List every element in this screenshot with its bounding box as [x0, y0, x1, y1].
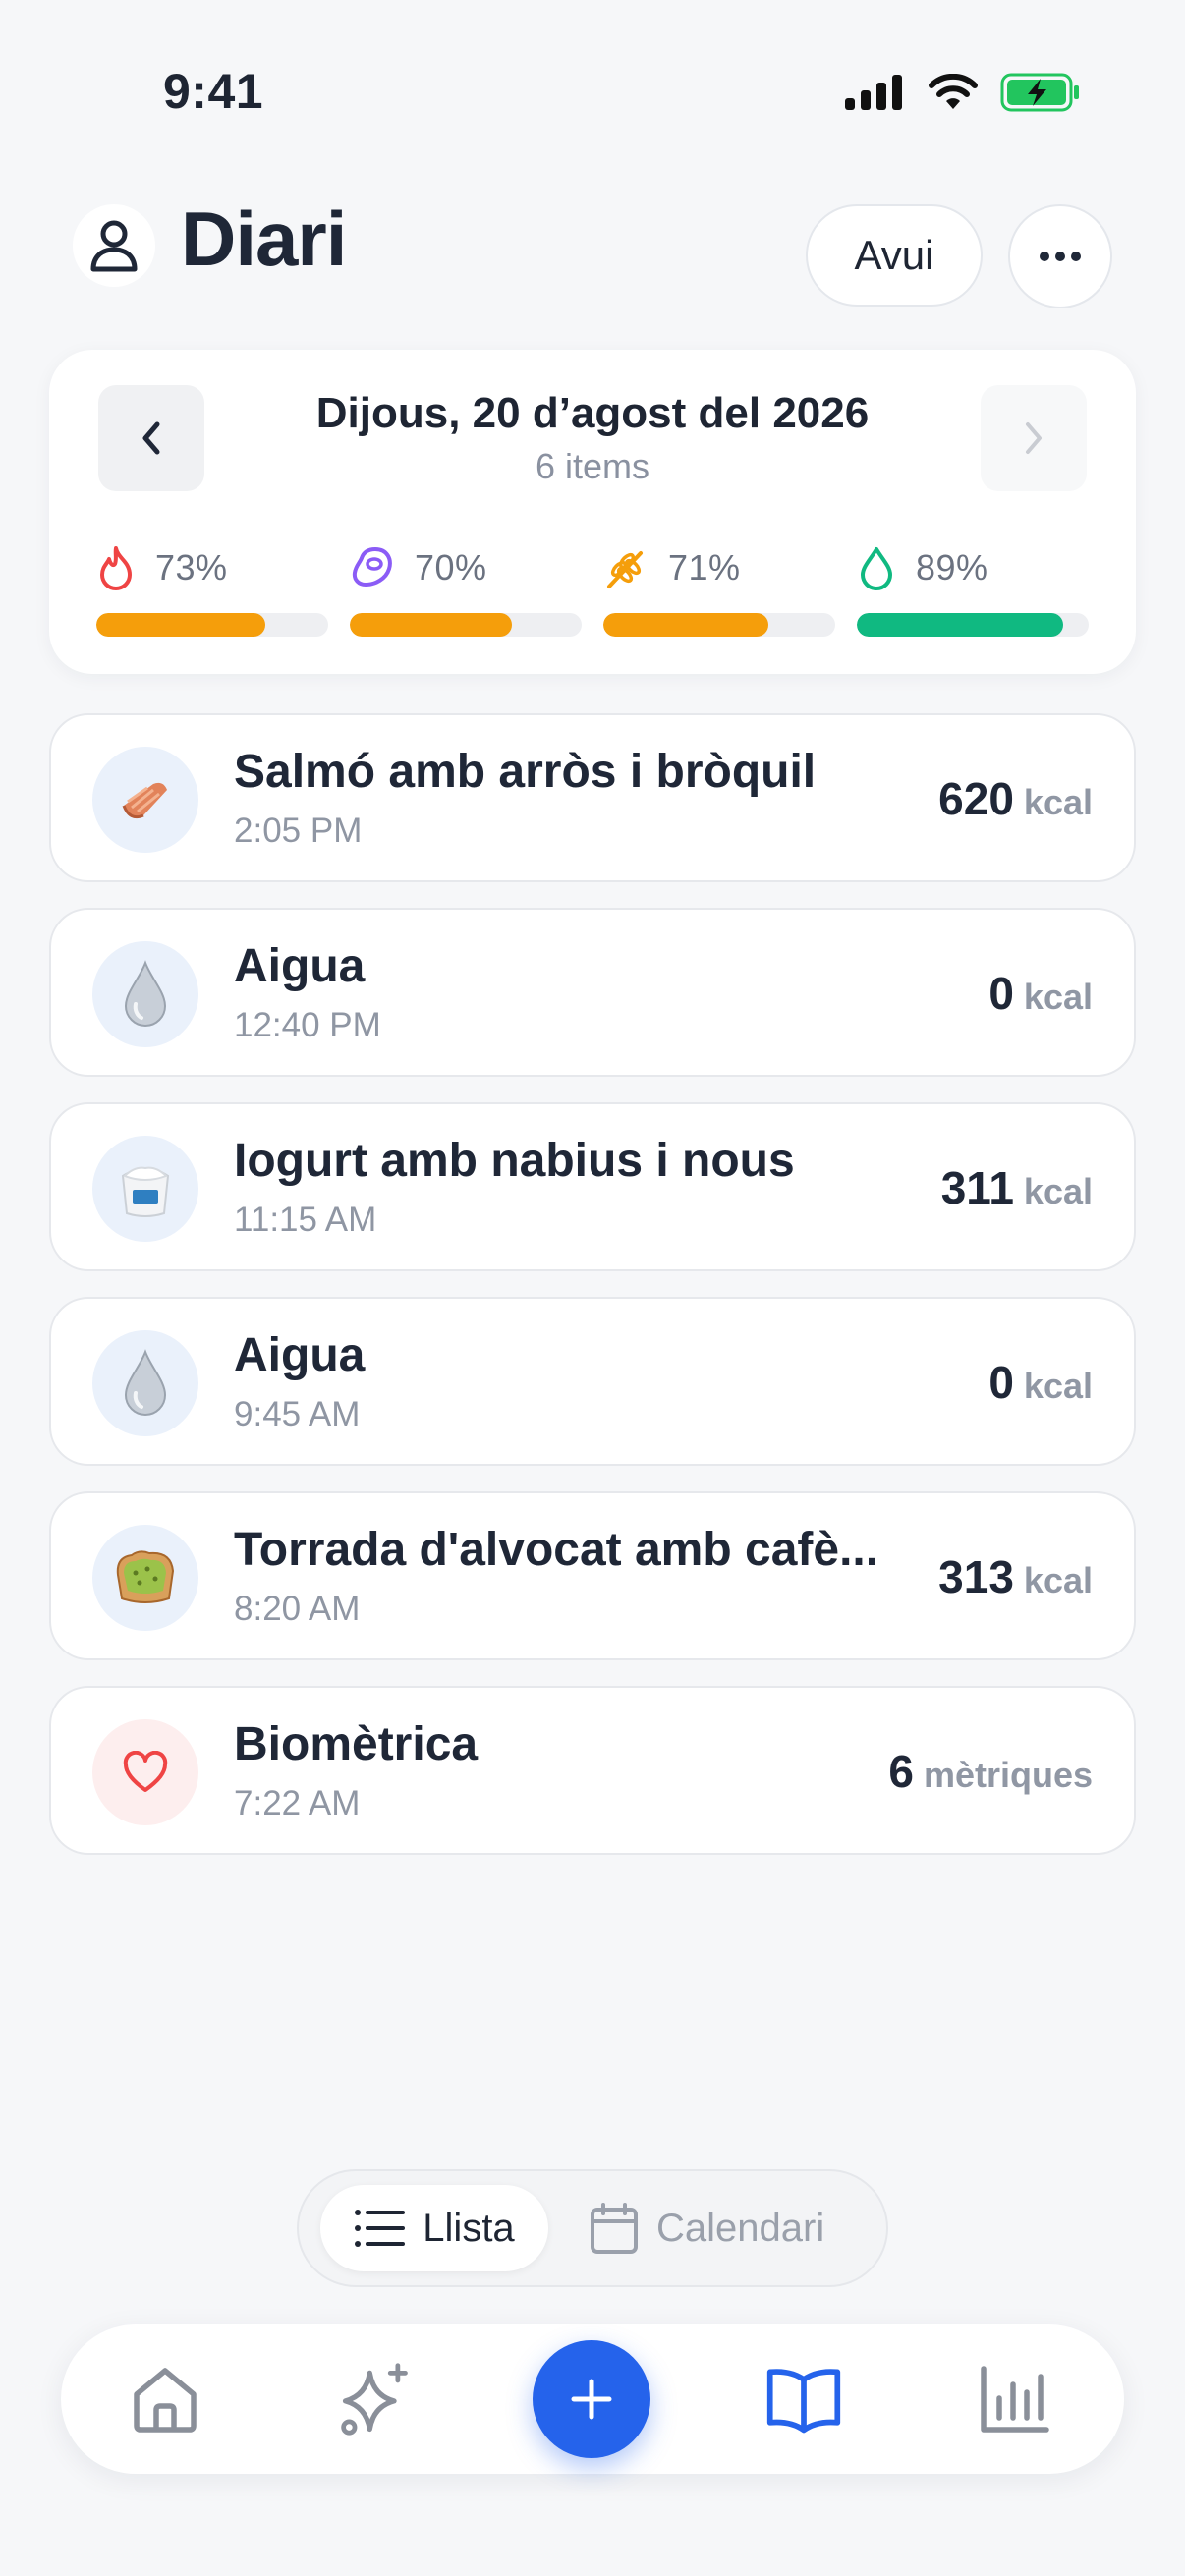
calories-bar-fill — [96, 613, 266, 637]
entry-amount: 311 — [940, 1162, 1014, 1213]
sparkles-icon — [341, 2363, 408, 2436]
protein-percent: 70% — [415, 547, 487, 588]
wheat-icon — [607, 551, 643, 588]
entry-value: 0 kcal — [988, 967, 1093, 1020]
drop-icon — [861, 547, 892, 590]
yogurt-icon — [92, 1136, 198, 1242]
journal-entry[interactable]: Salmó amb arròs i bròquil 2:05 PM 620 kc… — [49, 713, 1136, 882]
entry-time: 2:05 PM — [234, 812, 363, 850]
flame-icon — [100, 546, 132, 590]
next-day-button[interactable] — [981, 385, 1087, 491]
water-drop-icon — [92, 941, 198, 1047]
journal-entry[interactable]: Biomètrica 7:22 AM 6 mètriques — [49, 1686, 1136, 1855]
entry-unit: kcal — [1023, 1560, 1093, 1600]
journal-entry[interactable]: Torrada d'alvocat amb cafè... 8:20 AM 31… — [49, 1491, 1136, 1660]
entry-amount: 0 — [988, 968, 1014, 1019]
journal-entry[interactable]: Iogurt amb nabius i nous 11:15 AM 311 kc… — [49, 1102, 1136, 1271]
entry-value: 620 kcal — [938, 772, 1093, 825]
add-entry-button[interactable] — [533, 2340, 650, 2458]
entry-unit: kcal — [1023, 1171, 1093, 1211]
entry-name: Iogurt amb nabius i nous — [234, 1135, 795, 1187]
calendar-view-label: Calendari — [656, 2206, 825, 2250]
list-icon — [355, 2210, 406, 2247]
entry-name: Aigua — [234, 1329, 366, 1381]
home-icon — [134, 2368, 197, 2433]
user-icon — [90, 220, 138, 272]
carbs-percent: 71% — [668, 547, 741, 588]
journal-entry[interactable]: Aigua 9:45 AM 0 kcal — [49, 1297, 1136, 1466]
entry-name: Aigua — [234, 940, 366, 992]
entry-time: 9:45 AM — [234, 1395, 361, 1433]
more-options-button[interactable] — [1008, 204, 1112, 308]
plus-icon — [571, 2379, 612, 2420]
calories-percent: 73% — [155, 547, 228, 588]
water-drop-icon — [92, 1330, 198, 1436]
list-view-label: Llista — [423, 2206, 515, 2250]
entry-name: Torrada d'alvocat amb cafè... — [234, 1524, 879, 1576]
entry-time: 7:22 AM — [234, 1784, 361, 1822]
protein-bar-fill — [350, 613, 513, 637]
list-view-button[interactable]: Llista — [320, 2185, 548, 2271]
journal-entry[interactable]: Aigua 12:40 PM 0 kcal — [49, 908, 1136, 1077]
status-time: 9:41 — [163, 64, 264, 119]
items-count: 6 items — [535, 446, 650, 486]
chevron-right-icon — [1026, 422, 1042, 454]
tab-bar — [61, 2324, 1124, 2474]
entry-value: 6 mètriques — [888, 1745, 1093, 1798]
entry-unit: kcal — [1023, 977, 1093, 1017]
heart-icon — [92, 1719, 198, 1825]
water-progress: 89% — [857, 540, 1089, 637]
meat-icon — [352, 546, 392, 588]
ellipsis-icon — [1040, 252, 1081, 261]
tab-ai[interactable] — [336, 2360, 415, 2438]
water-percent: 89% — [916, 547, 988, 588]
entry-unit: kcal — [1023, 1366, 1093, 1406]
entry-time: 11:15 AM — [234, 1201, 377, 1239]
entry-value: 0 kcal — [988, 1356, 1093, 1409]
tab-home[interactable] — [126, 2360, 204, 2438]
protein-progress: 70% — [350, 540, 582, 637]
stats-chart-icon — [981, 2366, 1049, 2433]
view-toggle: Llista Calendari — [297, 2169, 888, 2287]
calendar-view-button[interactable]: Calendari — [590, 2185, 824, 2271]
page-title: Diari — [181, 196, 347, 282]
entry-name: Salmó amb arròs i bròquil — [234, 746, 817, 798]
tab-stats[interactable] — [975, 2360, 1053, 2438]
entry-value: 311 kcal — [941, 1161, 1093, 1214]
entry-name: Biomètrica — [234, 1718, 479, 1770]
entry-time: 8:20 AM — [234, 1590, 361, 1628]
battery-charging-icon — [1000, 73, 1079, 112]
entry-value: 313 kcal — [938, 1550, 1093, 1603]
signal-icon — [845, 75, 902, 110]
entry-amount: 313 — [938, 1551, 1014, 1602]
journal-book-icon — [766, 2369, 841, 2434]
water-bar-fill — [857, 613, 1064, 637]
today-button[interactable]: Avui — [806, 204, 983, 307]
entry-time: 12:40 PM — [234, 1006, 381, 1044]
wifi-icon — [929, 74, 978, 109]
avocado-toast-icon — [92, 1525, 198, 1631]
day-summary-card: Dijous, 20 d’agost del 2026 6 items 73% … — [49, 350, 1136, 674]
entry-unit: kcal — [1023, 782, 1093, 822]
entry-amount: 6 — [888, 1746, 914, 1797]
status-icons — [845, 73, 1081, 112]
calendar-icon — [591, 2203, 638, 2254]
entry-unit: mètriques — [923, 1755, 1093, 1795]
tab-journal[interactable] — [764, 2360, 843, 2438]
selected-date: Dijous, 20 d’agost del 2026 — [315, 389, 870, 437]
entry-amount: 0 — [988, 1357, 1014, 1408]
salmon-icon — [92, 747, 198, 853]
entry-amount: 620 — [938, 773, 1014, 824]
profile-button[interactable] — [73, 204, 155, 287]
carbs-progress: 71% — [603, 540, 835, 637]
calories-progress: 73% — [96, 540, 328, 637]
carbs-bar-fill — [603, 613, 768, 637]
